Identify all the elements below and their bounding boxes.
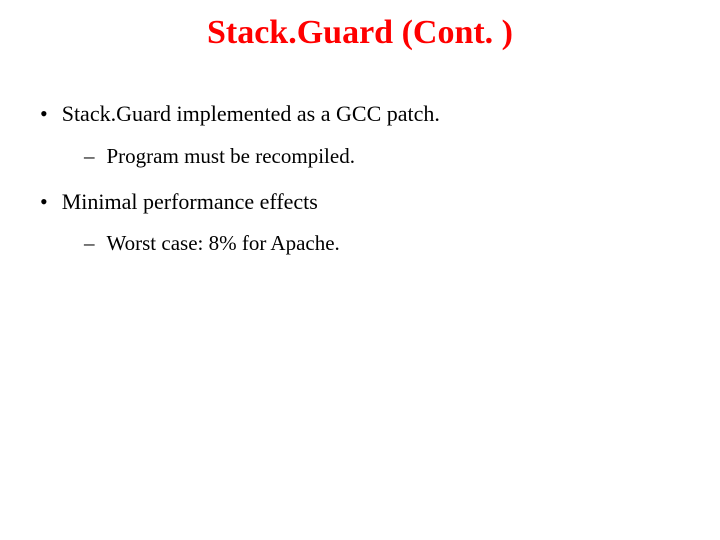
bullet-text: Stack.Guard implemented as a GCC patch. xyxy=(62,100,440,129)
bullet-item: – Worst case: 8% for Apache. xyxy=(84,230,690,257)
slide-title: Stack.Guard (Cont. ) xyxy=(30,14,690,52)
bullet-item: • Stack.Guard implemented as a GCC patch… xyxy=(40,100,690,129)
bullet-item: • Minimal performance effects xyxy=(40,188,690,217)
dash-marker-icon: – xyxy=(84,143,95,170)
bullet-text: Program must be recompiled. xyxy=(107,143,355,170)
bullet-item: – Program must be recompiled. xyxy=(84,143,690,170)
bullet-text: Minimal performance effects xyxy=(62,188,318,217)
slide: Stack.Guard (Cont. ) • Stack.Guard imple… xyxy=(0,0,720,540)
bullet-text: Worst case: 8% for Apache. xyxy=(107,230,340,257)
bullet-marker-icon: • xyxy=(40,188,48,217)
dash-marker-icon: – xyxy=(84,230,95,257)
bullet-marker-icon: • xyxy=(40,100,48,129)
